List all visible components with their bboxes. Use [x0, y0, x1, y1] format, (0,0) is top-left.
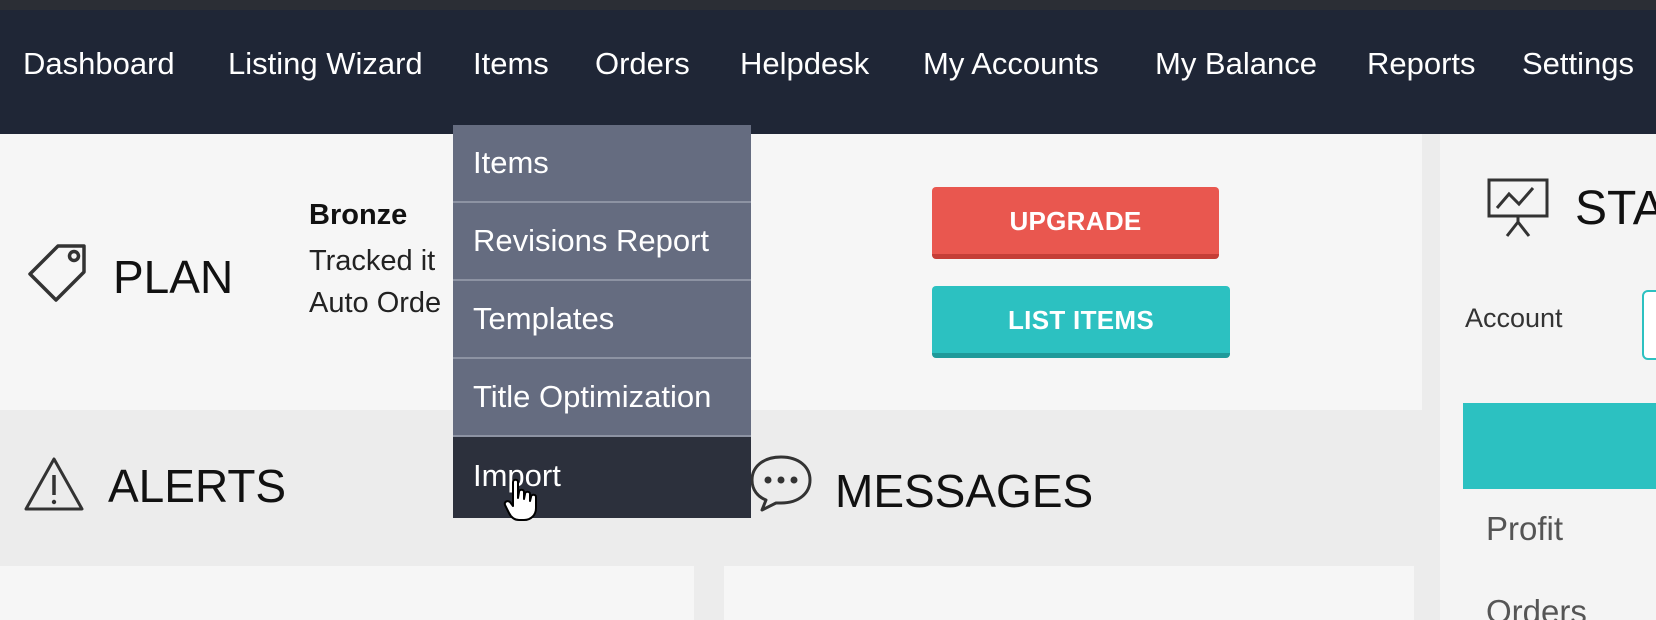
presentation-board-icon	[1487, 178, 1549, 237]
dropdown-item-title-optimization[interactable]: Title Optimization	[453, 359, 751, 437]
nav-orders[interactable]: Orders	[595, 46, 690, 82]
plan-tracked-items-line: Tracked it	[309, 245, 436, 277]
stats-header-bar	[1463, 403, 1656, 489]
dropdown-item-revisions-report[interactable]: Revisions Report	[453, 203, 751, 281]
nav-my-accounts[interactable]: My Accounts	[923, 46, 1099, 82]
account-label: Account	[1465, 303, 1563, 333]
main-navbar: Dashboard Listing Wizard Items Orders He…	[0, 10, 1656, 134]
alerts-title: ALERTS	[108, 460, 287, 512]
nav-reports[interactable]: Reports	[1367, 46, 1476, 82]
warning-triangle-icon	[24, 457, 84, 511]
dropdown-item-import[interactable]: Import	[453, 437, 751, 518]
nav-listing-wizard[interactable]: Listing Wizard	[228, 46, 423, 82]
plan-name: Bronze	[309, 199, 408, 231]
dropdown-item-items[interactable]: Items	[453, 125, 751, 203]
speech-bubble-icon	[750, 455, 812, 512]
account-select[interactable]	[1642, 290, 1656, 360]
list-items-button[interactable]: LIST ITEMS	[932, 286, 1230, 358]
messages-panel	[724, 566, 1414, 620]
items-dropdown-menu: Items Revisions Report Templates Title O…	[453, 125, 751, 518]
nav-helpdesk[interactable]: Helpdesk	[740, 46, 869, 82]
messages-title: MESSAGES	[835, 465, 1094, 517]
nav-my-balance[interactable]: My Balance	[1155, 46, 1317, 82]
alerts-panel	[0, 566, 694, 620]
nav-settings[interactable]: Settings	[1522, 46, 1634, 82]
hand-cursor-icon	[503, 478, 537, 521]
upgrade-button[interactable]: UPGRADE	[932, 187, 1219, 259]
stat-row-orders: Orders	[1486, 593, 1587, 620]
price-tag-icon	[28, 244, 86, 302]
plan-title: PLAN	[113, 251, 234, 303]
plan-auto-orders-line: Auto Orde	[309, 287, 442, 319]
nav-dashboard[interactable]: Dashboard	[23, 46, 175, 82]
window-top-strip	[0, 0, 1656, 10]
nav-items[interactable]: Items	[473, 46, 549, 82]
stats-title: STA	[1575, 182, 1656, 235]
stat-row-profit: Profit	[1486, 510, 1564, 547]
dropdown-item-templates[interactable]: Templates	[453, 281, 751, 359]
